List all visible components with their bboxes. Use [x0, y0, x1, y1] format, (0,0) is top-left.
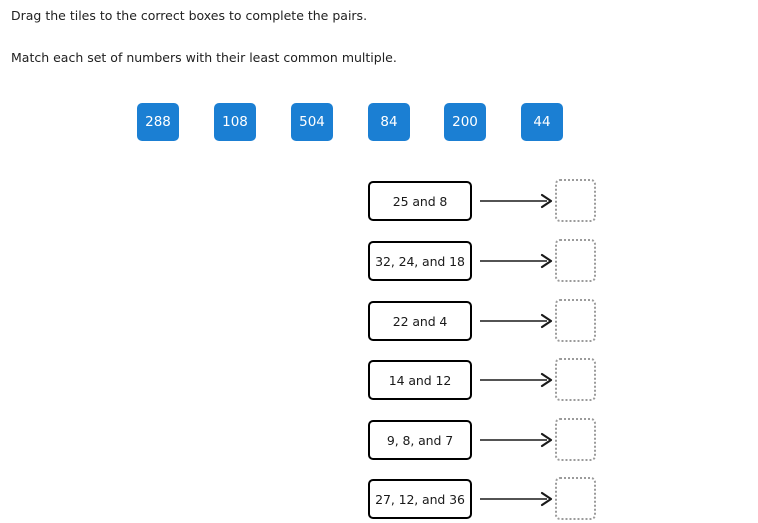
prompt-box: 22 and 4: [368, 301, 472, 341]
arrow-right-icon: [480, 253, 556, 269]
number-tile[interactable]: 84: [368, 103, 410, 141]
instructions-block: Drag the tiles to the correct boxes to c…: [11, 0, 731, 66]
answer-drop-box[interactable]: [555, 358, 596, 401]
arrow-right-icon: [480, 313, 556, 329]
prompt-box: 25 and 8: [368, 181, 472, 221]
number-tile[interactable]: 288: [137, 103, 179, 141]
number-tile[interactable]: 504: [291, 103, 333, 141]
prompt-box: 27, 12, and 36: [368, 479, 472, 519]
match-row: 25 and 8: [368, 179, 668, 225]
instruction-line-2: Match each set of numbers with their lea…: [11, 50, 397, 65]
arrow-right-icon: [480, 193, 556, 209]
prompt-box: 9, 8, and 7: [368, 420, 472, 460]
arrow-right-icon: [480, 372, 556, 388]
arrow-right-icon: [480, 491, 556, 507]
number-tile[interactable]: 44: [521, 103, 563, 141]
answer-drop-box[interactable]: [555, 418, 596, 461]
instruction-line-1: Drag the tiles to the correct boxes to c…: [11, 8, 368, 23]
answer-drop-box[interactable]: [555, 299, 596, 342]
arrow-right-icon: [480, 432, 556, 448]
match-row: 32, 24, and 18: [368, 239, 668, 285]
match-row: 22 and 4: [368, 299, 668, 345]
prompt-box: 32, 24, and 18: [368, 241, 472, 281]
prompt-box: 14 and 12: [368, 360, 472, 400]
match-row: 14 and 12: [368, 358, 668, 404]
match-row: 27, 12, and 36: [368, 477, 668, 523]
number-tile[interactable]: 200: [444, 103, 486, 141]
number-tile[interactable]: 108: [214, 103, 256, 141]
answer-drop-box[interactable]: [555, 179, 596, 222]
match-row: 9, 8, and 7: [368, 418, 668, 464]
answer-drop-box[interactable]: [555, 477, 596, 520]
answer-drop-box[interactable]: [555, 239, 596, 282]
